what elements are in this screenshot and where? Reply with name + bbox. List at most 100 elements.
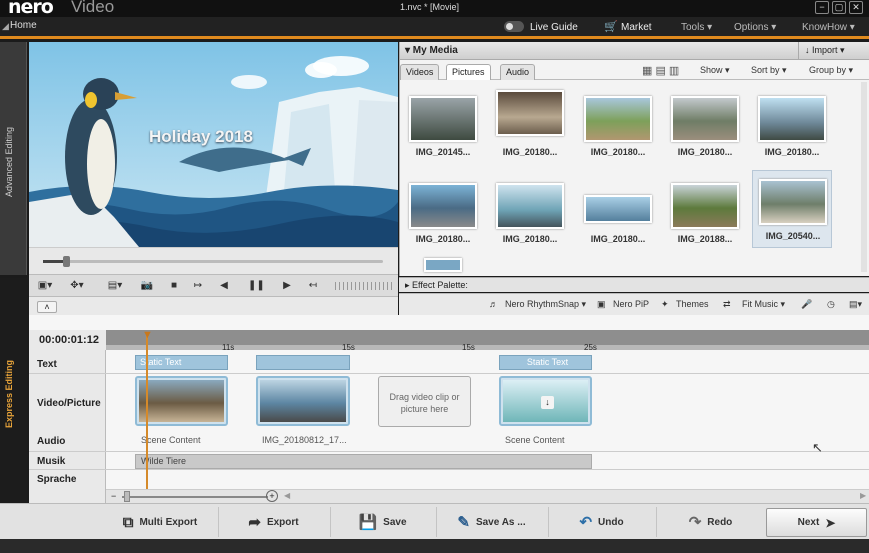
thumbnail-label: IMG_20180... <box>590 234 646 244</box>
media-thumbnail[interactable]: IMG_20180... <box>403 177 483 249</box>
tick-label: 25s <box>584 343 597 352</box>
clip-caption: Scene Content <box>505 435 565 445</box>
track-divider <box>29 451 869 452</box>
fit-music-button[interactable]: Fit Music ▾ <box>742 299 785 310</box>
view-mode-icons[interactable]: ▦ ▤ ▥ <box>642 64 679 77</box>
media-thumbnail[interactable]: IMG_20145... <box>403 90 483 162</box>
pip-button[interactable]: Nero PiP <box>613 299 649 309</box>
scroll-left-icon[interactable]: ◀ <box>284 491 290 500</box>
text-clip[interactable] <box>256 355 350 370</box>
close-button[interactable]: ✕ <box>849 1 863 14</box>
thumbnail-image <box>584 96 652 142</box>
zoom-out-icon[interactable]: − <box>111 491 116 501</box>
music-clip[interactable]: Wilde Tiere <box>135 454 592 469</box>
media-thumbnail-selected[interactable]: IMG_20540... <box>752 170 832 248</box>
thumbnail-label: IMG_20540... <box>765 231 821 241</box>
zoom-slider[interactable] <box>122 496 268 498</box>
volume-slider[interactable] <box>335 282 393 290</box>
text-clip[interactable]: Static Text <box>135 355 228 370</box>
seek-handle[interactable] <box>63 256 70 267</box>
knowhow-menu[interactable]: KnowHow ▾ <box>802 22 855 33</box>
next-frame-icon[interactable]: ▶ <box>280 278 294 293</box>
save-button[interactable]: 💾 Save <box>330 507 434 537</box>
media-thumbnail-partial[interactable] <box>424 258 462 272</box>
sort-dropdown[interactable]: Sort by ▾ <box>751 65 787 76</box>
video-clip[interactable]: ↓ <box>499 376 592 426</box>
save-as-button[interactable]: ✎ Save As ... <box>436 507 546 537</box>
mark-in-icon[interactable]: ↦ <box>191 278 205 293</box>
clock-icon[interactable]: ◷ <box>827 299 835 310</box>
stop-icon[interactable]: ■ <box>167 278 181 293</box>
rhythmsnap-button[interactable]: Nero RhythmSnap ▾ <box>505 299 586 310</box>
playback-progress-area <box>29 247 398 274</box>
maximize-button[interactable]: ▢ <box>832 1 846 14</box>
aspect-icon[interactable]: ▤▾ <box>103 278 127 293</box>
collapse-up-icon[interactable]: ˄ <box>37 301 57 313</box>
market-link[interactable]: Market <box>621 22 652 33</box>
previous-frame-icon[interactable]: ◀ <box>217 278 231 293</box>
scroll-right-icon[interactable]: ▶ <box>860 491 866 500</box>
tab-audio[interactable]: Audio <box>500 64 536 80</box>
express-editing-tab[interactable]: Express Editing <box>0 278 27 503</box>
options-menu[interactable]: Options ▾ <box>734 22 776 33</box>
media-thumbnail[interactable]: IMG_20180... <box>578 90 658 162</box>
zoom-handle[interactable] <box>124 491 130 502</box>
drop-zone[interactable]: Drag video clip or picture here <box>378 376 471 427</box>
tick-label: 15s <box>462 343 475 352</box>
home-link[interactable]: Home <box>10 20 37 31</box>
media-thumbnail[interactable]: IMG_20180... <box>490 84 570 157</box>
export-button[interactable]: ➦ Export <box>218 507 328 537</box>
tab-videos[interactable]: Videos <box>400 64 440 80</box>
tools-menu[interactable]: Tools ▾ <box>681 22 712 33</box>
playhead-marker-icon[interactable]: ▼ <box>142 329 153 341</box>
thumbnail-image <box>409 96 477 142</box>
mark-out-icon[interactable]: ↤ <box>306 278 320 293</box>
multi-export-label: Multi Export <box>139 516 198 528</box>
media-thumbnail[interactable]: IMG_20180... <box>752 90 832 162</box>
playhead[interactable] <box>146 332 148 489</box>
text-clip[interactable]: Static Text <box>499 355 592 370</box>
undo-label: Undo <box>598 516 624 528</box>
home-icon: ◢ <box>2 21 9 31</box>
themes-button[interactable]: Themes <box>676 299 709 309</box>
cart-icon: 🛒 <box>604 21 618 33</box>
timeline-header: ˄ <box>29 296 398 315</box>
advanced-editing-tab[interactable]: Advanced Editing <box>0 42 27 275</box>
video-clip[interactable] <box>256 376 350 426</box>
nero-logo: nero <box>8 0 54 18</box>
import-button[interactable]: ↓ Import ▾ <box>798 42 868 59</box>
next-button[interactable]: Next ➤ <box>766 508 867 537</box>
seek-track[interactable] <box>43 260 383 263</box>
redo-button[interactable]: ↷ Redo <box>656 507 764 537</box>
next-label: Next <box>797 517 820 528</box>
show-dropdown[interactable]: Show ▾ <box>700 65 730 76</box>
live-guide-label[interactable]: Live Guide <box>530 22 578 33</box>
video-preview[interactable]: Holiday 2018 <box>29 42 398 247</box>
group-dropdown[interactable]: Group by ▾ <box>809 65 853 76</box>
clip-thumbnail <box>139 380 224 422</box>
microphone-icon[interactable]: 🎤 <box>801 299 812 310</box>
document-title: 1.nvc * [Movie] <box>400 2 460 12</box>
export-frame-icon[interactable]: ▤▾ <box>849 299 862 310</box>
media-title[interactable]: ▾ My Media <box>405 45 458 56</box>
multi-export-button[interactable]: ⧉ Multi Export <box>104 507 216 537</box>
thumbnail-label: IMG_20180... <box>764 147 820 157</box>
time-ruler[interactable]: 11s 15s 15s 25s <box>106 330 869 352</box>
effect-palette-header[interactable]: ▸ Effect Palette: <box>399 277 869 292</box>
media-thumbnail[interactable]: IMG_20180... <box>665 90 745 162</box>
media-thumbnail[interactable]: IMG_20180... <box>578 177 658 249</box>
video-clip[interactable] <box>135 376 228 426</box>
tab-pictures[interactable]: Pictures <box>446 64 491 80</box>
zoom-in-icon[interactable]: + <box>266 490 278 502</box>
pip-icon: ▣ <box>597 299 606 309</box>
undo-button[interactable]: ↶ Undo <box>548 507 654 537</box>
monitor-icon[interactable]: ▣▾ <box>33 278 57 293</box>
media-thumbnail[interactable]: IMG_20188... <box>665 177 745 249</box>
fit-icon[interactable]: ✥▾ <box>65 278 89 293</box>
minimize-button[interactable]: − <box>815 1 829 14</box>
media-scrollbar[interactable] <box>861 82 867 272</box>
media-thumbnail[interactable]: IMG_20180... <box>490 177 570 249</box>
pause-icon[interactable]: ❚❚ <box>248 278 265 293</box>
live-guide-toggle[interactable] <box>504 21 524 32</box>
snapshot-icon[interactable]: 📷 <box>139 278 155 293</box>
